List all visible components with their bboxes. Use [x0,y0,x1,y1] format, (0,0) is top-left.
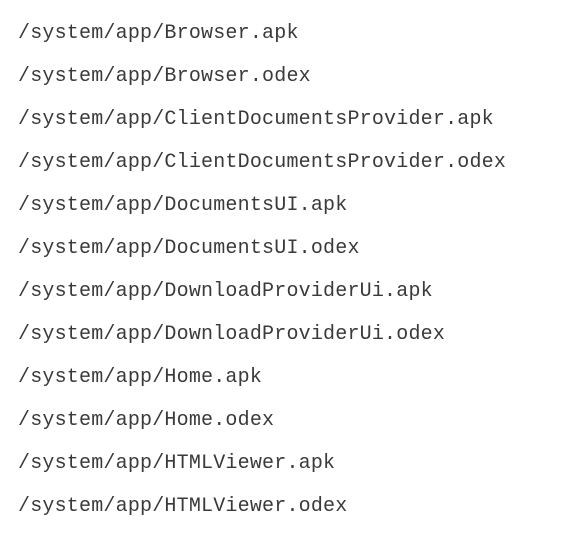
file-path-line: /system/app/HTMLViewer.odex [18,485,566,528]
file-path-line: /system/app/Home.odex [18,399,566,442]
file-path-list: /system/app/Browser.apk /system/app/Brow… [18,12,566,528]
file-path-line: /system/app/DocumentsUI.apk [18,184,566,227]
file-path-line: /system/app/DocumentsUI.odex [18,227,566,270]
file-path-line: /system/app/DownloadProviderUi.odex [18,313,566,356]
file-path-line: /system/app/ClientDocumentsProvider.odex [18,141,566,184]
file-path-line: /system/app/DownloadProviderUi.apk [18,270,566,313]
file-path-line: /system/app/Browser.apk [18,12,566,55]
file-path-line: /system/app/HTMLViewer.apk [18,442,566,485]
file-path-line: /system/app/Home.apk [18,356,566,399]
file-path-line: /system/app/ClientDocumentsProvider.apk [18,98,566,141]
file-path-line: /system/app/Browser.odex [18,55,566,98]
